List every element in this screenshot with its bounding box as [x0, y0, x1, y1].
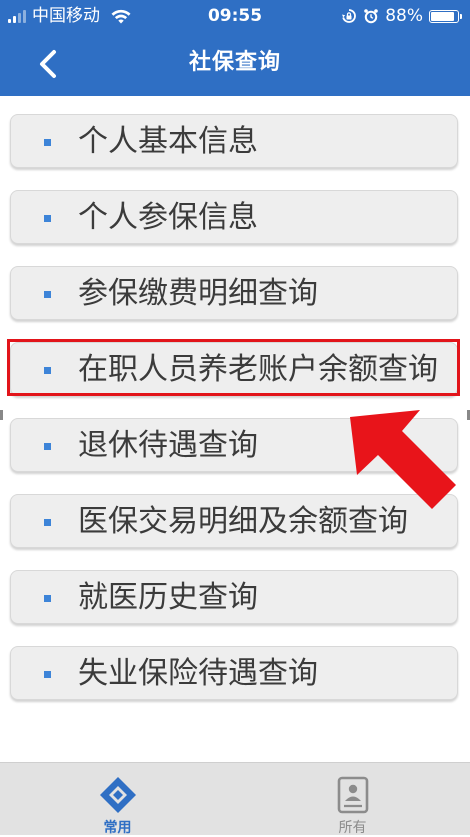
- menu-item-label: 个人参保信息: [78, 200, 258, 235]
- menu-item-pension-account-balance[interactable]: 在职人员养老账户余额查询: [10, 342, 458, 396]
- tab-label: 常用: [103, 820, 132, 836]
- rotation-lock-icon: [342, 9, 357, 23]
- diamond-icon: [100, 777, 136, 813]
- status-left: 中国移动: [8, 0, 132, 32]
- menu-item-retirement-benefits[interactable]: 退休待遇查询: [10, 418, 458, 472]
- menu-item-unemployment-benefits[interactable]: 失业保险待遇查询: [10, 646, 458, 700]
- bottom-tab-bar: 常用 所有: [0, 762, 470, 836]
- nav-bar: 社保查询: [0, 32, 470, 94]
- bullet-icon: [44, 367, 51, 374]
- tab-label: 所有: [338, 820, 367, 836]
- bullet-icon: [44, 595, 51, 602]
- status-bar: 中国移动 09:55 88%: [0, 0, 470, 32]
- menu-item-label: 退休待遇查询: [78, 428, 258, 463]
- bullet-icon: [44, 291, 51, 298]
- bullet-icon: [44, 215, 51, 222]
- menu-item-label: 就医历史查询: [78, 580, 258, 615]
- app-header: 中国移动 09:55 88% 社保查询: [0, 0, 470, 96]
- menu-item-personal-insurance-info[interactable]: 个人参保信息: [10, 190, 458, 244]
- document-icon: [337, 776, 369, 814]
- battery-percent: 88%: [385, 6, 423, 26]
- tab-common[interactable]: 常用: [0, 763, 235, 836]
- menu-item-medical-history[interactable]: 就医历史查询: [10, 570, 458, 624]
- menu-item-payment-details[interactable]: 参保缴费明细查询: [10, 266, 458, 320]
- bullet-icon: [44, 519, 51, 526]
- carrier-name: 中国移动: [32, 6, 100, 26]
- menu-item-label: 失业保险待遇查询: [78, 656, 318, 691]
- menu-item-label: 在职人员养老账户余额查询: [78, 352, 438, 387]
- menu-item-label: 个人基本信息: [78, 124, 258, 159]
- bullet-icon: [44, 671, 51, 678]
- wifi-icon: [111, 9, 131, 24]
- status-right: 88%: [341, 0, 462, 32]
- menu-item-medical-transactions[interactable]: 医保交易明细及余额查询: [10, 494, 458, 548]
- bullet-icon: [44, 443, 51, 450]
- signal-icon: [8, 9, 26, 23]
- page-title: 社保查询: [188, 50, 281, 75]
- alarm-icon: [364, 9, 379, 24]
- menu-item-label: 参保缴费明细查询: [78, 276, 318, 311]
- bullet-icon: [44, 139, 51, 146]
- menu-item-personal-basic-info[interactable]: 个人基本信息: [10, 114, 458, 168]
- tab-all[interactable]: 所有: [235, 763, 470, 836]
- menu-item-label: 医保交易明细及余额查询: [78, 504, 408, 539]
- battery-icon: [429, 9, 462, 23]
- edge-marker: [0, 410, 3, 420]
